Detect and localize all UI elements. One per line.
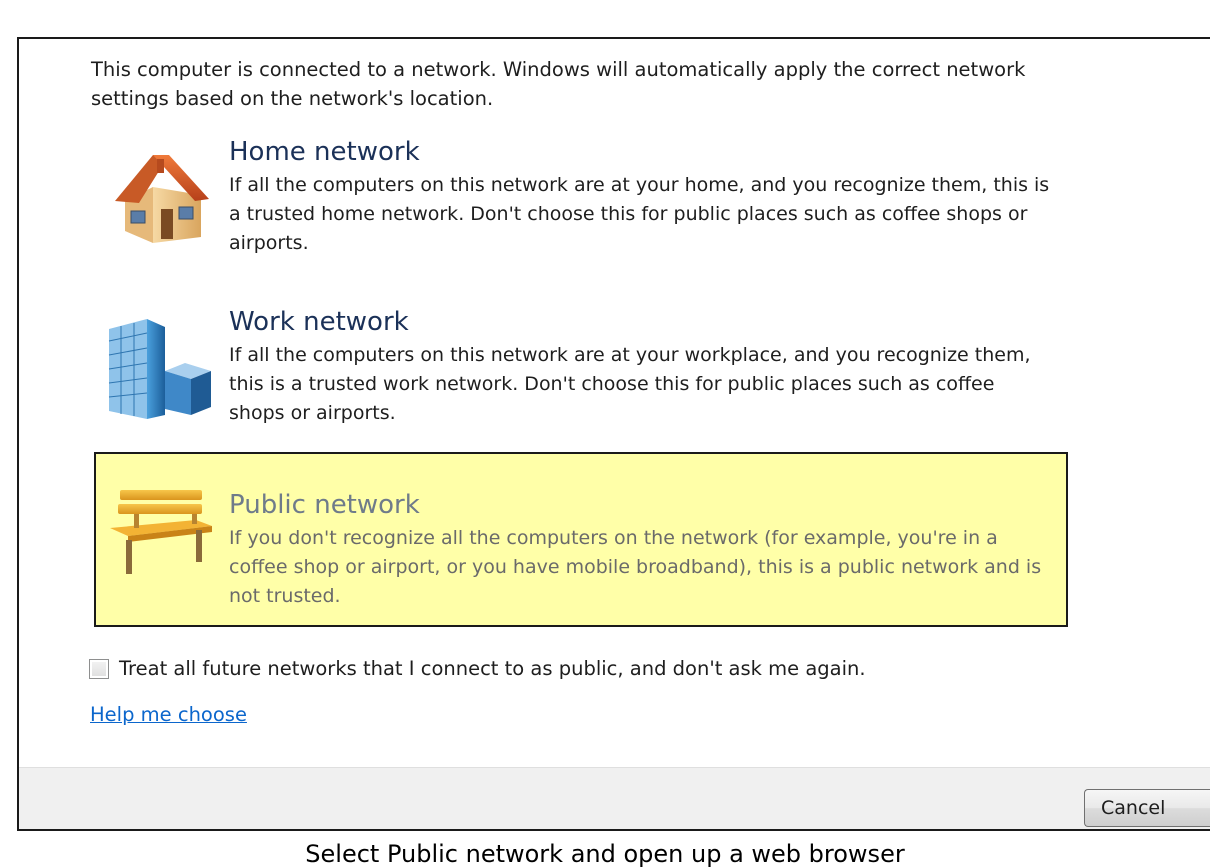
public-network-option[interactable]: Public network If you don't recognize al… [94,452,1068,627]
checkbox-label: Treat all future networks that I connect… [119,657,866,680]
always-public-checkbox-row[interactable]: Treat all future networks that I connect… [89,657,866,680]
option-title: Public network [229,490,420,520]
option-description: If all the computers on this network are… [229,344,1031,424]
option-title: Work network [229,307,409,337]
option-description: If you don't recognize all the computers… [229,527,1042,607]
house-icon [109,147,215,247]
caption-text: Select Public network and open up a web … [305,840,905,868]
option-description: If all the computers on this network are… [229,174,1050,254]
network-location-dialog: This computer is connected to a network.… [17,37,1210,831]
cancel-button[interactable]: Cancel [1084,789,1210,827]
home-network-option[interactable]: Home network If all the computers on thi… [91,135,1065,305]
office-building-icon [107,319,213,419]
work-network-option[interactable]: Work network If all the computers on thi… [91,305,1065,475]
option-title: Home network [229,137,420,167]
dialog-footer: Cancel [19,767,1210,829]
park-bench-icon [108,484,214,584]
always-public-checkbox[interactable] [89,658,109,679]
help-me-choose-link[interactable]: Help me choose [90,703,247,726]
intro-text: This computer is connected to a network.… [91,58,1026,110]
